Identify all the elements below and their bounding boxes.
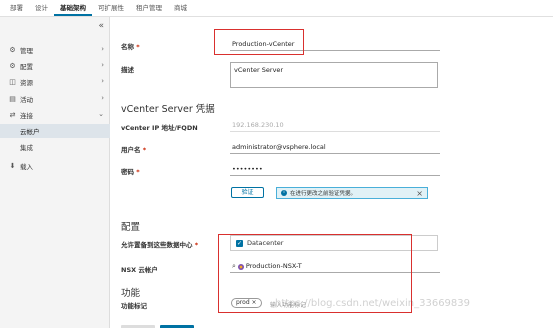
tab-deploy[interactable]: 部署: [4, 2, 29, 16]
capability-tags-label: 功能标记: [121, 302, 147, 310]
chevron-right-icon: ›: [101, 61, 104, 69]
settings-icon: ⚙: [9, 61, 16, 70]
sidebar-item-connections[interactable]: ⇄ 连接 ⌄: [0, 107, 110, 122]
sidebar-item-label: 管理: [20, 46, 33, 55]
sidebar-item-label: 连接: [20, 111, 33, 120]
close-icon[interactable]: ×: [416, 189, 423, 198]
validate-button[interactable]: 验证: [231, 187, 264, 198]
datacenter-label: 允许置备到这些数据中心 *: [121, 241, 199, 249]
chevron-down-icon: ⌄: [98, 110, 104, 118]
connection-icon: ⇄: [9, 110, 16, 119]
sidebar-item-configure[interactable]: ⚙ 配置 ›: [0, 58, 110, 73]
sidebar-item-manage[interactable]: ⚙ 管理 ›: [0, 42, 110, 57]
tab-design[interactable]: 设计: [29, 2, 54, 16]
nsx-cloud-account-label: NSX 云帐户: [121, 266, 158, 274]
main-content: 名称 * Production-vCenter 描述 vCenter Serve…: [110, 17, 553, 328]
sidebar-item-resources[interactable]: ◫ 资源 ›: [0, 74, 110, 89]
sidebar: « ⚙ 管理 › ⚙ 配置 › ◫ 资源 › ▤ 活动 › ⇄ 连接 ⌄ 云帐户…: [0, 17, 110, 328]
vcenter-credentials-title: vCenter Server 凭据: [121, 104, 215, 115]
resources-icon: ◫: [9, 77, 16, 86]
username-label: 用户名 *: [121, 146, 147, 154]
tab-tenant-management[interactable]: 租户管理: [130, 2, 168, 16]
top-navigation: 部署 设计 基础架构 可扩展性 租户管理 商城: [0, 0, 553, 17]
vcenter-ip-input: 192.168.230.10: [230, 120, 440, 132]
info-icon: i: [281, 190, 287, 196]
sidebar-item-import[interactable]: ⬇ 载入: [0, 158, 110, 173]
sidebar-item-cloud-accounts[interactable]: 云帐户: [0, 124, 110, 138]
name-label: 名称 *: [121, 43, 140, 51]
import-icon: ⬇: [9, 161, 16, 170]
username-input[interactable]: administrator@vsphere.local: [230, 142, 440, 154]
chevron-right-icon: ›: [101, 45, 104, 53]
chevron-right-icon: ›: [101, 94, 104, 102]
watermark: https://blog.csdn.net/weixin_33669839: [275, 298, 471, 309]
configuration-title: 配置: [121, 222, 141, 233]
description-label: 描述: [121, 66, 134, 74]
gear-icon: ⚙: [9, 45, 16, 54]
sidebar-item-integrations[interactable]: 集成: [0, 140, 110, 154]
capabilities-title: 功能: [121, 288, 141, 299]
validate-alert: i 在进行更改之前验证凭据。 ×: [276, 187, 428, 199]
tab-infrastructure[interactable]: 基础架构: [54, 2, 92, 16]
collapse-sidebar-icon[interactable]: «: [98, 21, 104, 31]
sidebar-item-label: 活动: [20, 95, 33, 104]
name-highlight-box: [214, 29, 304, 55]
password-label: 密码 *: [121, 168, 140, 176]
sidebar-item-label: 资源: [20, 78, 33, 87]
description-textarea[interactable]: vCenter Server: [230, 62, 438, 88]
sidebar-item-label: 载入: [20, 162, 33, 171]
password-input[interactable]: ••••••••: [230, 164, 440, 176]
tab-extensibility[interactable]: 可扩展性: [92, 2, 130, 16]
alert-text: 在进行更改之前验证凭据。: [290, 191, 357, 197]
sidebar-item-label: 配置: [20, 62, 33, 71]
chevron-right-icon: ›: [101, 77, 104, 85]
vcenter-ip-label: vCenter IP 地址/FQDN: [121, 124, 198, 132]
tab-marketplace[interactable]: 商城: [168, 2, 193, 16]
activity-icon: ▤: [9, 94, 16, 103]
sidebar-item-activity[interactable]: ▤ 活动 ›: [0, 91, 110, 106]
